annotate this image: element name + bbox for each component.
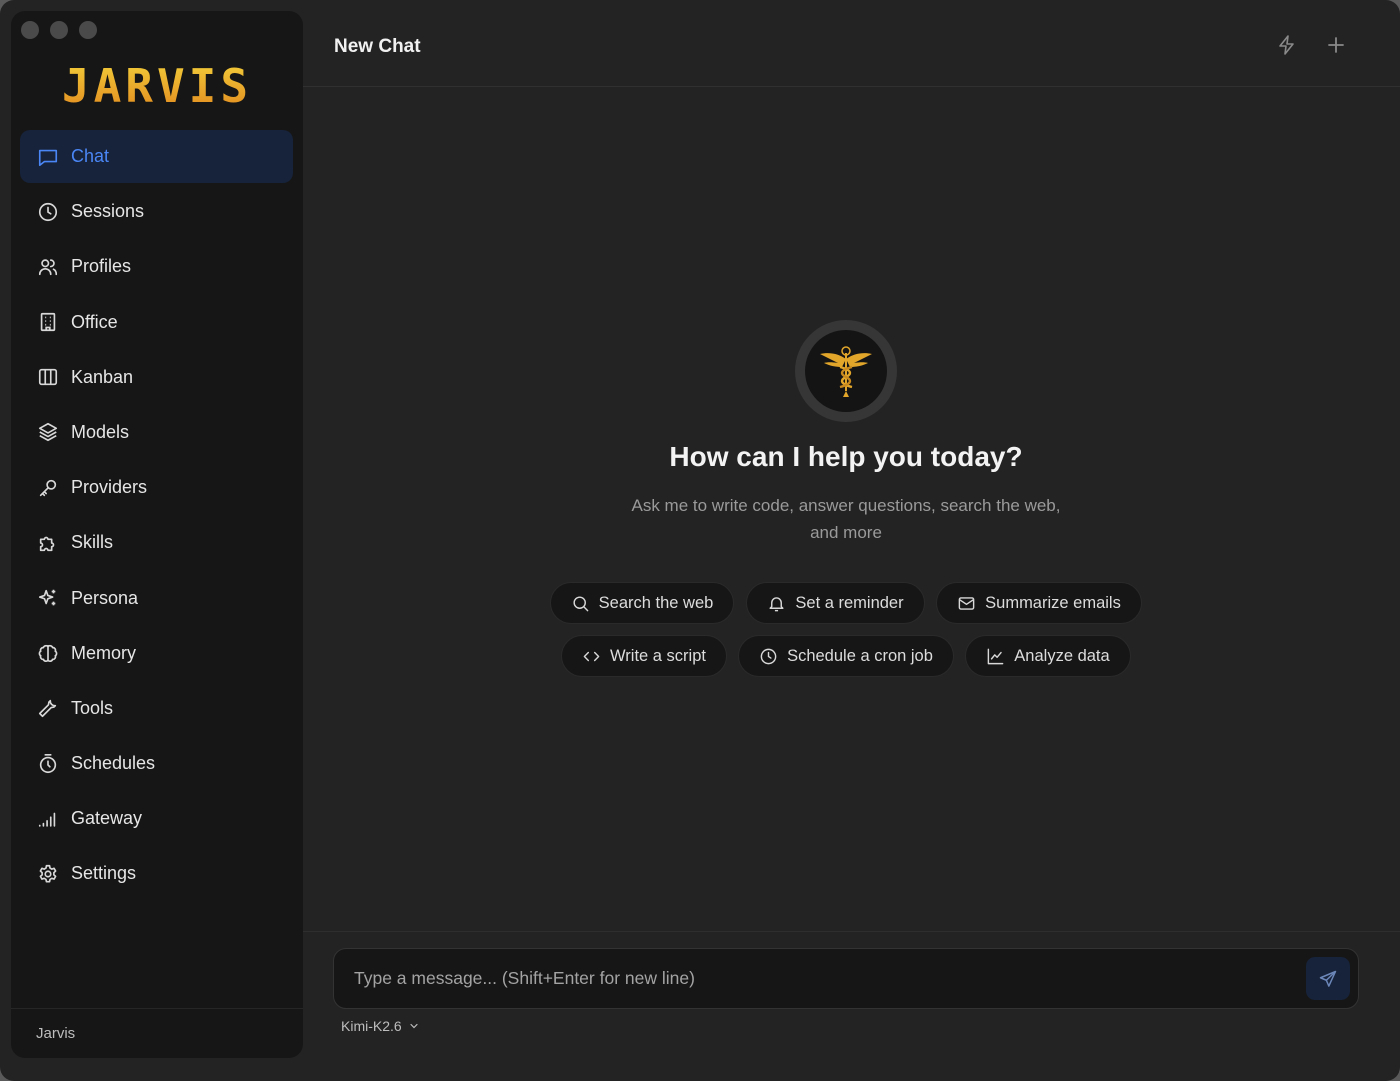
suggestion-summarize-emails[interactable]: Summarize emails: [936, 582, 1142, 624]
sidebar-item-label: Gateway: [71, 808, 143, 829]
suggestion-label: Summarize emails: [985, 593, 1121, 612]
sidebar-item-label: Kanban: [71, 366, 134, 387]
model-selector[interactable]: Kimi-K2.6: [341, 1018, 420, 1034]
greeting-heading: How can I help you today?: [669, 441, 1023, 472]
subtext-line: and more: [810, 523, 882, 542]
sidebar: JARVIS Chat Sessions Profiles Office Kan…: [11, 11, 303, 1058]
wrench-icon: [38, 700, 57, 718]
sidebar-item-label: Profiles: [71, 256, 132, 277]
bell-icon: [769, 596, 784, 611]
sidebar-item-label: Sessions: [71, 201, 145, 222]
clock-icon: [760, 648, 777, 664]
message-input[interactable]: [354, 949, 1294, 1008]
puzzle-icon: [39, 536, 55, 551]
sidebar-item-tools[interactable]: Tools: [20, 682, 293, 735]
signal-icon: [38, 812, 56, 827]
send-icon: [1319, 970, 1337, 987]
key-icon: [39, 479, 57, 496]
sidebar-item-label: Skills: [71, 532, 114, 553]
sidebar-item-gateway[interactable]: Gateway: [20, 792, 293, 845]
suggestion-set-reminder[interactable]: Set a reminder: [746, 582, 925, 624]
suggestion-search-web[interactable]: Search the web: [550, 582, 734, 624]
building-icon: [40, 312, 56, 332]
sidebar-footer: Jarvis: [11, 1008, 303, 1058]
sidebar-item-label: Tools: [71, 697, 114, 718]
suggestion-label: Analyze data: [1014, 646, 1110, 665]
code-icon: [583, 651, 600, 661]
lightning-icon: [1279, 35, 1294, 55]
zoom-window-button[interactable]: [79, 21, 97, 39]
clock-icon: [38, 202, 58, 221]
app-window: JARVIS Chat Sessions Profiles Office Kan…: [0, 0, 1400, 1081]
sidebar-item-label: Chat: [71, 146, 110, 166]
sidebar-nav: Chat Sessions Profiles Office Kanban Mod…: [20, 130, 293, 903]
minimize-window-button[interactable]: [50, 21, 68, 39]
caduceus-icon: [820, 346, 872, 397]
sidebar-item-providers[interactable]: Providers: [20, 461, 293, 514]
greeting-subtext: Ask me to write code, answer questions, …: [606, 492, 1086, 546]
sidebar-item-skills[interactable]: Skills: [20, 516, 293, 569]
suggestion-label: Schedule a cron job: [787, 646, 933, 665]
app-logo: JARVIS: [11, 59, 303, 113]
sidebar-item-settings[interactable]: Settings: [20, 847, 293, 900]
timer-icon: [39, 753, 57, 773]
gear-icon: [39, 864, 57, 883]
subtext-line: Ask me to write code, answer questions, …: [631, 496, 1061, 515]
chart-icon: [987, 648, 1004, 664]
window-controls: [21, 21, 97, 39]
sidebar-item-label: Memory: [71, 642, 137, 663]
page-title: New Chat: [334, 36, 421, 57]
sidebar-item-label: Settings: [71, 863, 137, 884]
sidebar-item-profiles[interactable]: Profiles: [20, 240, 293, 293]
sidebar-item-schedules[interactable]: Schedules: [20, 737, 293, 790]
close-window-button[interactable]: [21, 21, 39, 39]
new-chat-button[interactable]: [1324, 33, 1348, 57]
model-name: Kimi-K2.6: [341, 1018, 402, 1034]
sidebar-item-label: Providers: [71, 477, 148, 498]
composer-divider: [303, 931, 1400, 932]
sidebar-item-chat[interactable]: Chat: [20, 130, 293, 183]
sidebar-item-memory[interactable]: Memory: [20, 627, 293, 680]
mail-icon: [958, 596, 975, 610]
suggestion-schedule-cron[interactable]: Schedule a cron job: [738, 635, 954, 677]
send-button[interactable]: [1306, 957, 1350, 1000]
assistant-avatar: [795, 320, 897, 422]
sidebar-item-label: Schedules: [71, 753, 156, 774]
suggestion-write-script[interactable]: Write a script: [561, 635, 727, 677]
sparkles-icon: [38, 589, 56, 606]
users-icon: [38, 259, 58, 276]
top-bar: New Chat: [303, 0, 1400, 87]
layers-icon: [38, 423, 58, 442]
brain-icon: [38, 645, 58, 663]
search-icon: [573, 595, 589, 611]
sidebar-item-kanban[interactable]: Kanban: [20, 351, 293, 404]
columns-icon: [38, 369, 58, 386]
sidebar-item-office[interactable]: Office: [20, 296, 293, 349]
user-name: Jarvis: [36, 1025, 76, 1042]
sidebar-item-sessions[interactable]: Sessions: [20, 185, 293, 238]
chevron-down-icon: [410, 1023, 418, 1029]
suggestion-analyze-data[interactable]: Analyze data: [965, 635, 1131, 677]
sidebar-item-persona[interactable]: Persona: [20, 572, 293, 625]
chat-icon: [38, 149, 58, 166]
suggestion-label: Write a script: [610, 646, 706, 665]
quick-action-button[interactable]: [1275, 33, 1299, 57]
suggestion-label: Search the web: [598, 593, 714, 612]
sidebar-item-label: Models: [71, 421, 130, 442]
sidebar-item-models[interactable]: Models: [20, 406, 293, 459]
suggestion-label: Set a reminder: [795, 593, 904, 612]
sidebar-item-label: Office: [71, 311, 118, 332]
message-composer: [333, 948, 1359, 1009]
sidebar-item-label: Persona: [71, 587, 139, 608]
plus-icon: [1328, 37, 1344, 53]
